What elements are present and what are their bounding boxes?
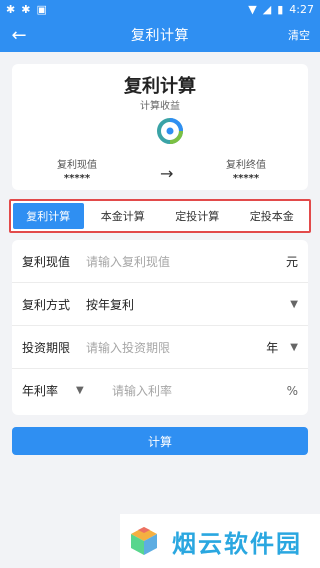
- compound-chart-icon: [157, 118, 183, 144]
- investment-period-row: 投资期限 请输入投资期限 年 ▼: [12, 326, 308, 369]
- tab-fixed-investment-calc[interactable]: 定投计算: [162, 203, 233, 229]
- present-value-label: 复利现值: [57, 160, 97, 171]
- tab-compound-calc[interactable]: 复利计算: [13, 203, 84, 229]
- annual-rate-label-group[interactable]: 年利率 ▼: [22, 382, 84, 399]
- currency-unit: 元: [285, 254, 298, 269]
- compound-method-label: 复利方式: [22, 297, 71, 312]
- investment-period-label: 投资期限: [22, 340, 71, 355]
- tab-bar: 复利计算 本金计算 定投计算 定投本金: [9, 199, 311, 233]
- future-value: *****: [232, 173, 260, 184]
- status-right-icons: ▼ ◢ ▮ 4:27: [248, 3, 314, 16]
- page-title: 复利计算: [131, 28, 189, 44]
- investment-period-input[interactable]: 请输入投资期限: [80, 339, 266, 356]
- cube-logo-icon: [131, 527, 157, 555]
- tab-principal-calc[interactable]: 本金计算: [87, 203, 158, 229]
- present-value-block: 复利现值 *****: [32, 156, 122, 184]
- future-value-label: 复利终值: [226, 160, 266, 171]
- present-value: *****: [63, 173, 91, 184]
- summary-title: 复利计算: [124, 76, 196, 97]
- chevron-down-icon: ▼: [290, 298, 298, 310]
- bug-icon: ✱: [6, 2, 16, 16]
- app-bar: ← 复利计算 清空: [0, 18, 320, 52]
- battery-icon: ▮: [277, 2, 284, 16]
- percent-unit: %: [286, 383, 298, 398]
- signal-icon: ◢: [262, 2, 272, 16]
- compound-method-row[interactable]: 复利方式 按年复利 ▼: [12, 283, 308, 326]
- status-time: 4:27: [289, 2, 314, 16]
- period-unit-value: 年: [266, 340, 279, 355]
- present-value-row: 复利现值 请输入复利现值 元: [12, 240, 308, 283]
- annual-rate-label: 年利率: [22, 384, 59, 398]
- watermark-text: 烟云软件园: [172, 529, 302, 558]
- present-value-field-label: 复利现值: [22, 254, 71, 269]
- arrow-right-icon: →: [160, 164, 174, 183]
- status-bar: ✱ ✱ ▣ ▼ ◢ ▮ 4:27: [0, 0, 320, 18]
- summary-card: 复利计算 计算收益 复利现值 ***** → 复利终值 *****: [12, 64, 308, 190]
- tab-fixed-investment-principal[interactable]: 定投本金: [236, 203, 307, 229]
- watermark: 烟云软件园: [120, 514, 320, 568]
- app-icon: ▣: [36, 2, 47, 16]
- form-card: 复利现值 请输入复利现值 元 复利方式 按年复利 ▼ 投资期限 请输入投资期限 …: [12, 240, 308, 415]
- compound-method-select[interactable]: 按年复利: [80, 296, 278, 313]
- present-value-input[interactable]: 请输入复利现值: [80, 253, 278, 270]
- period-unit-select[interactable]: 年 ▼: [266, 339, 298, 356]
- bug-icon: ✱: [21, 2, 31, 16]
- status-left-icons: ✱ ✱ ▣: [6, 3, 47, 16]
- calculate-button[interactable]: 计算: [12, 427, 308, 455]
- future-value-block: 复利终值 *****: [201, 156, 291, 184]
- chevron-down-icon: ▼: [290, 341, 298, 353]
- wifi-icon: ▼: [248, 2, 257, 16]
- annual-rate-row: 年利率 ▼ 请输入利率 %: [12, 369, 308, 412]
- summary-subtitle: 计算收益: [140, 101, 180, 112]
- annual-rate-input[interactable]: 请输入利率: [78, 382, 278, 399]
